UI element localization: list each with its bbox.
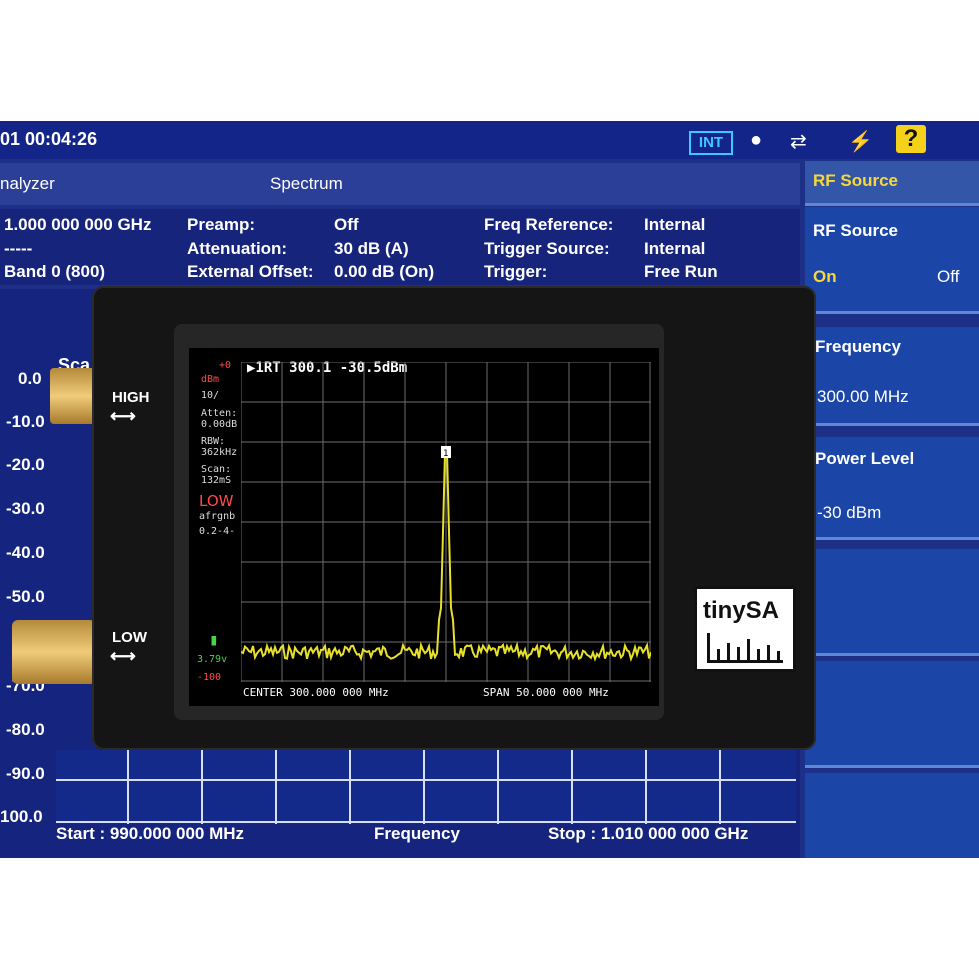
offset-label: External Offset:: [187, 262, 314, 281]
softkey-blank-3[interactable]: [805, 773, 979, 858]
span-readout: SPAN 50.000 000 MHz: [483, 686, 609, 699]
offset-value: 0.00 dB (On): [334, 262, 435, 281]
softkey-rf-source[interactable]: RF Source On Off: [805, 207, 979, 314]
softkey-blank-1[interactable]: [805, 549, 979, 656]
y-label-5: -50.0: [6, 587, 45, 606]
start-frequency: Start : 990.000 000 MHz: [56, 824, 245, 843]
trigger-label: Trigger:: [484, 262, 548, 281]
attenuation-value: 30 dB (A): [334, 239, 409, 258]
y-label-7: -80.0: [6, 720, 45, 739]
softkey-power-level[interactable]: Power Level -30 dBm: [805, 437, 979, 540]
preamp-label: Preamp:: [187, 215, 256, 234]
firmware-version: 0.2-4-: [199, 526, 236, 537]
attenuation-label: Attenuation:: [187, 239, 288, 258]
low-port-label: LOW: [112, 629, 147, 646]
y-label-8: -90.0: [6, 764, 45, 783]
y-label-0: 0.0: [18, 369, 42, 388]
clock: 01 00:04:26: [0, 129, 98, 149]
rbw-value: 362kHz: [201, 447, 238, 458]
high-port-label: HIGH: [112, 389, 150, 406]
y-label-9: 100.0: [0, 807, 43, 826]
battery-icon: ▮: [209, 630, 219, 649]
flags: afrgnb: [199, 511, 236, 522]
logo-bars-icon: [707, 633, 783, 663]
atten-value: 0.00dB: [201, 419, 238, 430]
tab-spectrum[interactable]: Spectrum: [270, 174, 343, 194]
measurement-info: 1.000 000 000 GHz ----- Band 0 (800) Pre…: [0, 209, 800, 285]
marker-1[interactable]: 1: [441, 446, 451, 459]
softkey-title: RF Source: [805, 161, 979, 206]
battery-voltage: 3.79v: [197, 654, 228, 665]
y-label-2: -20.0: [6, 455, 45, 474]
center-frequency: 1.000 000 000 GHz: [4, 215, 152, 234]
mode-label: nalyzer: [0, 174, 55, 193]
stop-frequency: Stop : 1.010 000 000 GHz: [548, 824, 749, 843]
softkey-blank-2[interactable]: [805, 661, 979, 768]
tinysa-logo: tinySA: [694, 586, 796, 672]
low-arrow-icon: ⟷: [110, 646, 136, 666]
network-icon: ⇄: [790, 131, 807, 153]
scan-value: 132mS: [201, 475, 232, 486]
tinysa-trace-area: 1: [241, 362, 651, 682]
y-label-3: -30.0: [6, 499, 45, 518]
rf-source-on: On: [813, 267, 837, 286]
unit-label: dBm: [201, 374, 220, 385]
svg-text:1: 1: [443, 449, 448, 459]
softkey-panel: RF Source RF Source On Off Frequency 300…: [805, 161, 979, 858]
softkey-frequency[interactable]: Frequency 300.00 MHz: [805, 327, 979, 426]
tinysa-screen: +0 dBm 10/ Atten: 0.00dB RBW: 362kHz Sca…: [189, 348, 659, 706]
dashes: -----: [4, 239, 33, 258]
trigger-source-label: Trigger Source:: [484, 239, 610, 258]
y-label-4: -40.0: [6, 543, 45, 562]
x-axis-label: Frequency: [374, 824, 460, 843]
low-sma-connector: [12, 620, 96, 684]
band-label: Band 0 (800): [4, 262, 106, 281]
analyzer-grid: [56, 750, 796, 824]
y-label-1: -10.0: [6, 412, 45, 431]
bottom-level: -100: [197, 672, 222, 683]
rf-source-off: Off: [937, 267, 960, 286]
high-arrow-icon: ⟷: [110, 406, 136, 426]
power-plug-icon: ⚡: [848, 131, 873, 153]
freq-reference-value: Internal: [644, 215, 706, 234]
high-sma-connector: [50, 368, 96, 424]
center-frequency-readout: CENTER 300.000 000 MHz: [243, 686, 389, 699]
mode-tab-row: nalyzer Spectrum: [0, 163, 800, 205]
stylus-icon: ●: [750, 129, 763, 151]
rbw-label: RBW:: [201, 436, 226, 447]
scan-label: Scan:: [201, 464, 232, 475]
freq-reference-label: Freq Reference:: [484, 215, 614, 234]
mode-low[interactable]: LOW: [199, 492, 233, 510]
int-badge: INT: [689, 131, 733, 155]
scale-per-div: 10/: [201, 390, 220, 401]
status-bar: 01 00:04:26 INT ● ⇄ ⚡ ?: [0, 121, 979, 159]
trigger-source-value: Internal: [644, 239, 706, 258]
trigger-value: Free Run: [644, 262, 718, 281]
ref-level: +0: [219, 360, 232, 371]
help-icon[interactable]: ?: [896, 125, 926, 153]
atten-label: Atten:: [201, 408, 238, 419]
preamp-value: Off: [334, 215, 359, 234]
